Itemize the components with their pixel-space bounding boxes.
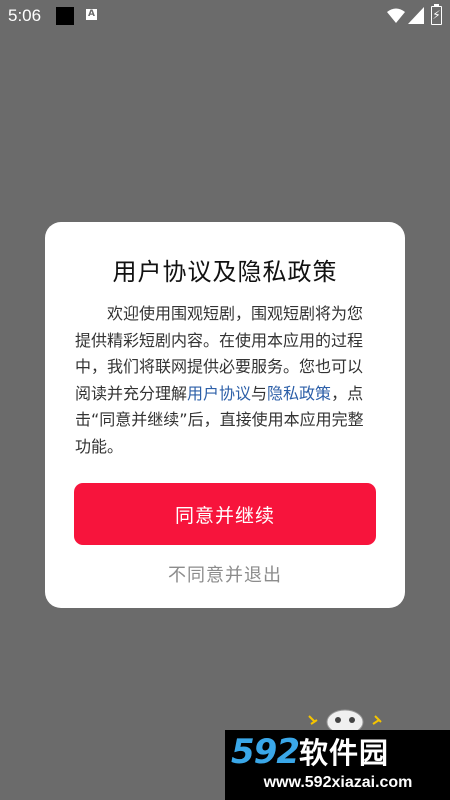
privacy-dialog: 用户协议及隐私政策 欢迎使用围观短剧，围观短剧将为您提供精彩短剧内容。在使用本应… (45, 222, 405, 608)
watermark-banner: 592软件园 www.592xiazai.com (225, 730, 450, 800)
notification-a-icon: A (86, 9, 97, 20)
disagree-exit-button[interactable]: 不同意并退出 (45, 561, 405, 587)
watermark-number: 592 (231, 732, 300, 772)
dialog-title: 用户协议及隐私政策 (112, 258, 338, 286)
status-bar: 5:06 A ⚡ (0, 0, 450, 32)
battery-icon: ⚡ (431, 4, 442, 25)
watermark-url: www.592xiazai.com (263, 774, 413, 791)
watermark-logo: 592软件园 (231, 730, 389, 772)
mascot-robot-icon (308, 709, 382, 732)
wifi-icon (387, 8, 405, 23)
signal-icon (408, 7, 424, 24)
user-agreement-link[interactable]: 用户协议 (187, 384, 251, 403)
notification-square-icon (56, 7, 74, 25)
privacy-policy-link[interactable]: 隐私政策 (267, 384, 331, 403)
body-text-and: 与 (251, 383, 268, 403)
status-time: 5:06 (8, 6, 42, 25)
dialog-body: 欢迎使用围观短剧，围观短剧将为您提供精彩短剧内容。在使用本应用的过程中，我们将联… (75, 301, 377, 460)
agree-continue-button[interactable]: 同意并继续 (74, 483, 376, 545)
watermark-brand-text: 软件园 (298, 736, 389, 770)
